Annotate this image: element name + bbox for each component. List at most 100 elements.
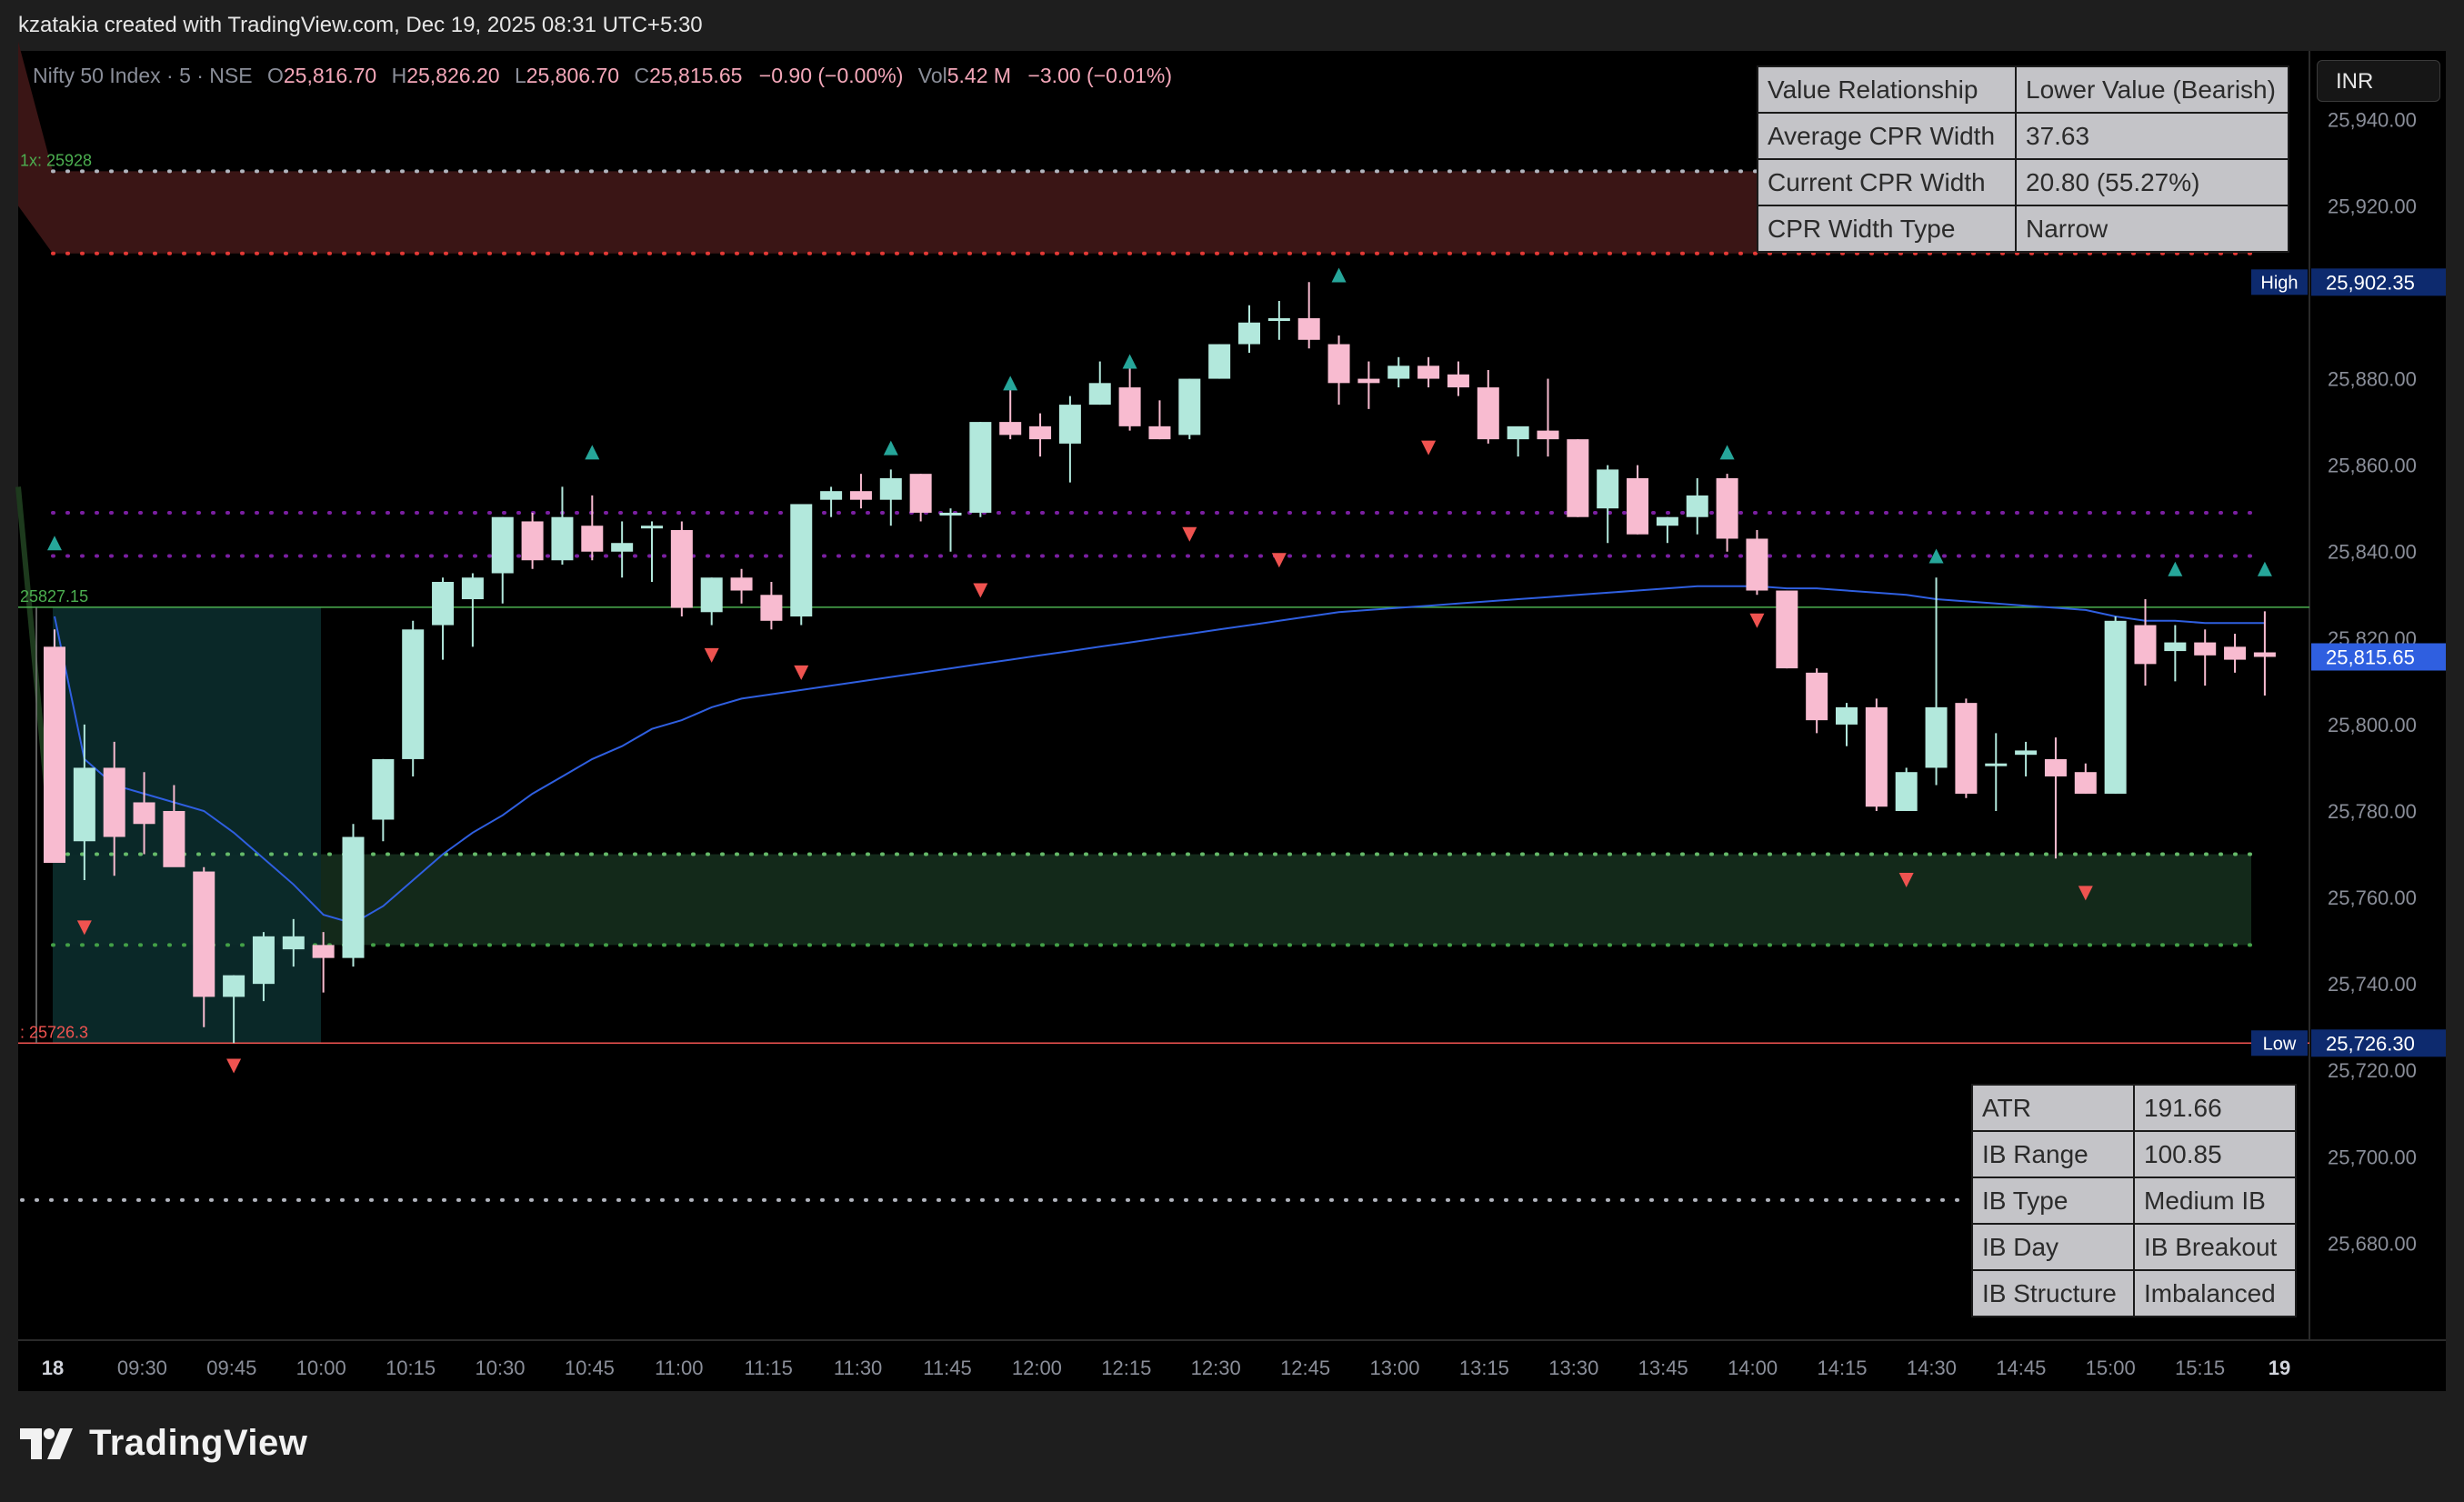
candle-body xyxy=(1597,469,1619,509)
candle-body xyxy=(73,767,95,842)
cpr-value: Lower Value (Bearish) xyxy=(2015,65,2289,114)
y-tick-label: 25,780.00 xyxy=(2328,800,2417,823)
x-tick-label: 12:45 xyxy=(1280,1357,1330,1379)
candle-body xyxy=(879,477,902,500)
candle-body xyxy=(342,836,365,958)
y-tick-label: 25,700.00 xyxy=(2328,1146,2417,1168)
candle-body xyxy=(611,543,634,552)
candle-body xyxy=(2134,625,2157,665)
candle-body xyxy=(1238,322,1260,345)
candle-body xyxy=(1297,318,1320,340)
candle-body xyxy=(820,491,843,500)
candle-body xyxy=(641,526,663,529)
candle-body xyxy=(730,577,753,591)
candle-body xyxy=(1267,318,1290,322)
ib-value: Imbalanced xyxy=(2133,1269,2297,1317)
legend-open-label: O xyxy=(266,64,284,87)
candle-body xyxy=(999,422,1022,436)
ib-key: ATR xyxy=(1971,1084,2135,1132)
candle-body xyxy=(790,504,813,617)
currency-button[interactable]: INR xyxy=(2317,60,2440,102)
ib-row: ATR 191.66 xyxy=(1971,1084,2297,1132)
candle-body xyxy=(2044,758,2067,776)
legend-volume-value: 5.42 M xyxy=(947,64,1012,87)
cpr-row: Current CPR Width 20.80 (55.27%) xyxy=(1757,158,2289,206)
ib-row: IB Range 100.85 xyxy=(1971,1130,2297,1178)
candle-body xyxy=(1417,365,1440,379)
candle-body xyxy=(2224,646,2247,660)
candle-body xyxy=(193,871,215,997)
candle-body xyxy=(461,577,484,600)
x-tick-label: 11:30 xyxy=(834,1357,882,1379)
candle-body xyxy=(1806,672,1828,721)
legend-low-label: L xyxy=(514,64,526,87)
cpr-key: Current CPR Width xyxy=(1757,158,2017,206)
cpr-table: Value Relationship Lower Value (Bearish) … xyxy=(1757,65,2289,253)
x-tick-label: 18 xyxy=(42,1357,64,1379)
candle-body xyxy=(1178,378,1201,436)
candle-body xyxy=(2164,642,2187,652)
candle-body xyxy=(1357,378,1380,384)
candle-body xyxy=(581,526,604,552)
candle-body xyxy=(939,512,962,516)
legend-high-value: 25,826.20 xyxy=(406,64,500,87)
cpr-value: 20.80 (55.27%) xyxy=(2015,158,2289,206)
candle-body xyxy=(1627,477,1649,535)
legend-close-label: C xyxy=(634,64,650,87)
price-tag-low-value: 25,726.30 xyxy=(2326,1032,2415,1055)
candle-body xyxy=(1686,495,1708,517)
candle-body xyxy=(1865,706,1888,807)
x-tick-label: 13:30 xyxy=(1548,1357,1598,1379)
ib-value: Medium IB xyxy=(2133,1177,2297,1225)
x-tick-label: 19 xyxy=(2269,1357,2290,1379)
cpr-key: Value Relationship xyxy=(1757,65,2017,114)
ib-key: IB Day xyxy=(1971,1223,2135,1271)
x-tick-label: 10:00 xyxy=(296,1357,346,1379)
candle-body xyxy=(1088,383,1111,406)
ib-row: IB Type Medium IB xyxy=(1971,1177,2297,1225)
price-tag-high-value: 25,902.35 xyxy=(2326,271,2415,294)
tradingview-brand[interactable]: TradingView xyxy=(20,1423,307,1464)
candle-body xyxy=(103,767,125,837)
candle-body xyxy=(1955,703,1978,794)
legend-open-value: 25,816.70 xyxy=(283,64,377,87)
y-tick-label: 25,680.00 xyxy=(2328,1232,2417,1255)
cpr-green-zone xyxy=(53,854,2251,946)
level-label-lower: : 25726.3 xyxy=(20,1023,88,1041)
x-tick-label: 10:15 xyxy=(386,1357,436,1379)
candle-body xyxy=(1029,426,1052,440)
candle-body xyxy=(760,595,783,621)
level-label-mid: 25827.15 xyxy=(20,587,88,606)
legend-close-value: 25,815.65 xyxy=(649,64,743,87)
x-tick-label: 10:30 xyxy=(475,1357,525,1379)
candle-body xyxy=(252,936,275,985)
x-tick-label: 09:45 xyxy=(206,1357,256,1379)
candle-body xyxy=(1656,516,1678,526)
x-tick-label: 15:00 xyxy=(2086,1357,2136,1379)
level-label-upper: 1x: 25928 xyxy=(20,151,92,169)
y-tick-label: 25,920.00 xyxy=(2328,195,2417,217)
candle-body xyxy=(1895,772,1918,811)
y-tick-label: 25,800.00 xyxy=(2328,714,2417,736)
candle-body xyxy=(2253,652,2276,657)
candle-body xyxy=(2194,642,2217,656)
candle-body xyxy=(2015,750,2038,756)
cpr-key: Average CPR Width xyxy=(1757,112,2017,160)
candle-body xyxy=(1148,426,1171,440)
candle-body xyxy=(2104,620,2127,794)
x-tick-label: 11:15 xyxy=(744,1357,792,1379)
candle-body xyxy=(491,516,514,574)
legend-symbol[interactable]: Nifty 50 Index · 5 · NSE xyxy=(33,64,253,87)
candle-body xyxy=(1925,706,1948,768)
cpr-row: Value Relationship Lower Value (Bearish) xyxy=(1757,65,2289,114)
y-tick-label: 25,940.00 xyxy=(2328,108,2417,131)
cpr-value: Narrow xyxy=(2015,205,2289,253)
ib-value: 191.66 xyxy=(2133,1084,2297,1132)
candle-body xyxy=(372,758,395,820)
price-tag-high-label: High xyxy=(2260,273,2298,293)
candle-body xyxy=(133,802,155,825)
candle-body xyxy=(1836,706,1858,725)
candle-body xyxy=(1537,430,1559,440)
y-tick-label: 25,840.00 xyxy=(2328,541,2417,564)
x-tick-label: 11:45 xyxy=(923,1357,971,1379)
